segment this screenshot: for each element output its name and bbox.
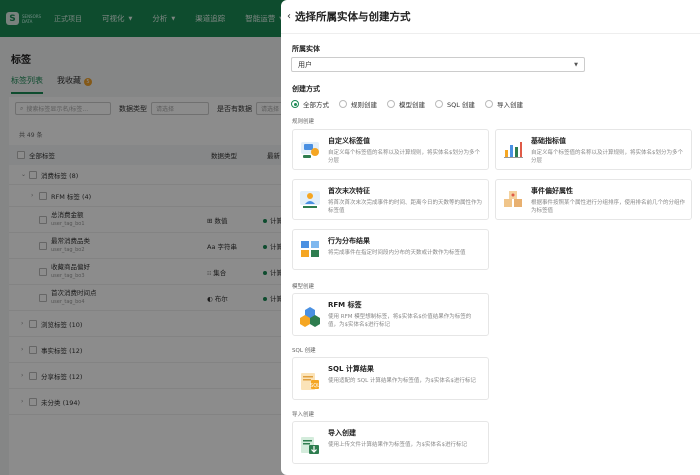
card-desc: 使用适配的 SQL 计算结果作为标签值，为$实体名$进行标记 — [328, 378, 476, 384]
card-first-last[interactable]: 首次末次特征将首次首次末次完成事件的时间、距离今日的天数等的属性作为标签值 — [292, 179, 489, 220]
section-sql-label: SQL 创建 — [292, 348, 316, 354]
radio-circle[interactable] — [435, 100, 443, 108]
radio-all[interactable]: 全部方式 — [291, 99, 329, 109]
entity-select[interactable]: 用户 ▼ — [291, 57, 585, 72]
entity-select-value: 用户 — [298, 60, 312, 69]
import-file-icon — [299, 434, 321, 456]
card-title: SQL 计算结果 — [328, 365, 374, 373]
card-title: 首次末次特征 — [328, 187, 370, 195]
radio-label: 全部方式 — [303, 101, 329, 109]
card-title: 导入创建 — [328, 429, 356, 437]
back-arrow-icon[interactable]: ‹ — [287, 11, 291, 22]
radio-import[interactable]: 导入创建 — [484, 99, 523, 109]
drawer-header: ‹ 选择所属实体与创建方式 — [281, 0, 700, 34]
radio-label: 规则创建 — [351, 101, 377, 109]
radio-circle[interactable] — [484, 100, 493, 108]
bar-chart-icon — [502, 138, 524, 160]
boxes-icon — [502, 188, 524, 210]
section-rule-label: 规则创建 — [292, 119, 315, 125]
radio-sql[interactable]: SQL 创建 — [435, 99, 475, 109]
radio-circle[interactable] — [387, 100, 395, 108]
entity-label: 所属实体 — [292, 45, 320, 53]
card-title: 基础指标值 — [531, 137, 566, 145]
section-import-label: 导入创建 — [292, 412, 315, 418]
radio-circle[interactable] — [339, 100, 347, 108]
card-import[interactable]: 导入创建使用上传文件计算结果作为标签值，为$实体名$进行标记 — [292, 421, 489, 464]
chevron-down-icon: ▼ — [574, 61, 578, 68]
card-title: 事件偏好属性 — [531, 187, 573, 195]
card-basic-metric[interactable]: 基础指标值自定义每个标签值的名称以及计算规则，将实体名$划分为多个分层 — [495, 129, 692, 170]
method-label: 创建方式 — [292, 85, 320, 93]
card-title: 自定义标签值 — [328, 137, 370, 145]
card-behavior-distribution[interactable]: 行为分布结果将完成事件在指定时间段内分布的天数或计数作为标签值 — [292, 229, 489, 270]
card-desc: 自定义每个标签值的名称以及计算规则，将实体名$划分为多个分层 — [328, 150, 481, 164]
radio-label: 导入创建 — [496, 101, 523, 109]
card-custom-value[interactable]: 自定义标签值自定义每个标签值的名称以及计算规则，将实体名$划分为多个分层 — [292, 129, 489, 170]
create-tag-drawer: ‹ 选择所属实体与创建方式 所属实体 用户 ▼ 创建方式 全部方式 规则创建 模… — [281, 0, 700, 475]
card-desc: 使用 RFM 模型想制标签，将$实体名$价值结果作为标签的值，为$实体名$进行标… — [328, 314, 472, 328]
card-sql[interactable]: SQL SQL 计算结果使用适配的 SQL 计算结果作为标签值，为$实体名$进行… — [292, 357, 489, 400]
radio-rule[interactable]: 规则创建 — [339, 99, 377, 109]
card-title: 行为分布结果 — [328, 237, 370, 245]
card-event-preference[interactable]: 事件偏好属性根据事件按照某个属性进行分组排序，使用排名前几个的分组作为标签值 — [495, 179, 692, 220]
sql-doc-icon: SQL — [299, 370, 321, 392]
radio-model[interactable]: 模型创建 — [387, 99, 425, 109]
card-desc: 使用上传文件计算结果作为标签值，为$实体名$进行标记 — [328, 442, 468, 448]
radio-label: 模型创建 — [399, 101, 425, 109]
svg-text:SQL: SQL — [310, 383, 320, 389]
card-desc: 将首次首次末次完成事件的时间、距离今日的天数等的属性作为标签值 — [328, 200, 483, 214]
card-desc: 将完成事件在指定时间段内分布的天数或计数作为标签值 — [328, 250, 466, 256]
section-model-label: 模型创建 — [292, 284, 315, 290]
method-radio-group: 全部方式 规则创建 模型创建 SQL 创建 导入创建 — [291, 99, 533, 109]
drawer-title: 选择所属实体与创建方式 — [295, 11, 411, 23]
card-rfm[interactable]: RFM 标签使用 RFM 模型想制标签，将$实体名$价值结果作为标签的值，为$实… — [292, 293, 489, 336]
grid-blocks-icon — [299, 238, 321, 260]
custom-value-icon — [299, 138, 321, 160]
card-title: RFM 标签 — [328, 301, 362, 309]
radio-label: SQL 创建 — [447, 101, 475, 109]
radio-circle[interactable] — [291, 100, 299, 108]
rfm-hexagon-icon — [299, 306, 321, 328]
card-desc: 根据事件按照某个属性进行分组排序，使用排名前几个的分组作为标签值 — [531, 200, 686, 214]
card-desc: 自定义每个标签值的名称以及计算规则，将实体名$划分为多个分层 — [531, 150, 684, 164]
user-timeline-icon — [299, 188, 321, 210]
